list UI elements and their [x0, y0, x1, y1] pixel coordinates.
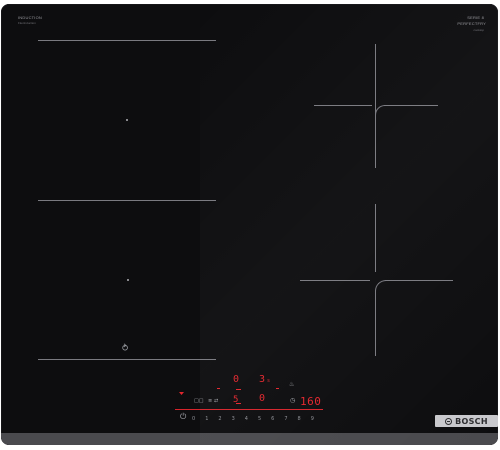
scale-mark[interactable]: 2 [213, 416, 226, 422]
transfer-icon[interactable]: ⇄ [214, 399, 218, 404]
glass-reflection [199, 4, 498, 445]
front-bezel [1, 433, 498, 445]
timer-value: 160 [300, 395, 322, 408]
flex-zone-middle-line [38, 200, 216, 201]
series-label-1: SERIE 8 [467, 15, 484, 20]
brand-badge: BOSCH [435, 415, 498, 427]
flex-zone-bottom-line [38, 359, 216, 360]
zone-indicator-left [217, 388, 220, 389]
right-bottom-zone-corner [375, 280, 387, 292]
scale-mark[interactable]: 7 [279, 416, 292, 422]
wipe-protection-icon[interactable]: ≡ [208, 399, 212, 404]
power-icon[interactable]: ⏻ [180, 413, 186, 421]
scale-mark[interactable]: 1 [200, 416, 213, 422]
right-top-zone-corner [375, 105, 386, 116]
slider-track[interactable] [175, 409, 323, 410]
scale-mark[interactable]: 8 [293, 416, 306, 422]
scale-mark[interactable]: 9 [306, 416, 319, 422]
zone-top-value: 0 [233, 374, 240, 385]
zone-level-suffix: s [267, 378, 271, 384]
scale-mark[interactable]: 3 [227, 416, 240, 422]
frying-sensor-icon[interactable]: ♨ [289, 382, 294, 388]
flex-zone-top-line [38, 40, 216, 41]
scale-mark[interactable]: 4 [240, 416, 253, 422]
timer-icon[interactable]: ◷ [290, 398, 295, 404]
pan-icon: ⥁ [122, 344, 129, 354]
scale-mark[interactable]: 0 [187, 416, 200, 422]
zone-bottom-value: 0 [259, 393, 266, 404]
right-bottom-zone-vertical-top [375, 204, 376, 272]
bosch-logo-icon [445, 417, 453, 425]
right-top-zone-horizontal-right [384, 105, 438, 106]
brand-name: BOSCH [455, 416, 488, 426]
series-sublabel: cooktop [473, 28, 484, 32]
zone-level-value: 3 [259, 374, 266, 385]
right-bottom-zone-vertical-bottom [375, 290, 376, 356]
child-lock-icon[interactable]: □□ [194, 399, 203, 404]
flex-zone-rear-marker [127, 279, 129, 281]
cooktop-glass: INDUCTION FlexInduction SERIE 8 PERFECTF… [1, 4, 498, 445]
scale-mark[interactable]: 5 [253, 416, 266, 422]
flex-zone-front-marker [126, 119, 128, 121]
scale-mark[interactable]: 6 [266, 416, 279, 422]
right-top-zone-horizontal-left [314, 105, 372, 106]
zone-indicator-low [236, 403, 241, 404]
right-bottom-zone-horizontal-right [385, 280, 453, 281]
right-top-zone-vertical [375, 44, 376, 168]
product-photo: INDUCTION FlexInduction SERIE 8 PERFECTF… [0, 0, 500, 450]
series-label-2: PERFECTFRY [457, 21, 486, 26]
power-level-scale[interactable]: 0 1 2 3 4 5 6 7 8 9 [187, 416, 319, 422]
flex-indicator-icon[interactable] [179, 392, 184, 395]
zone-indicator-right [276, 388, 279, 389]
brand-label-left: INDUCTION [18, 15, 43, 20]
brand-sublabel-left: FlexInduction [18, 21, 36, 25]
zone-indicator-top [236, 389, 241, 390]
right-bottom-zone-horizontal-left [300, 280, 370, 281]
